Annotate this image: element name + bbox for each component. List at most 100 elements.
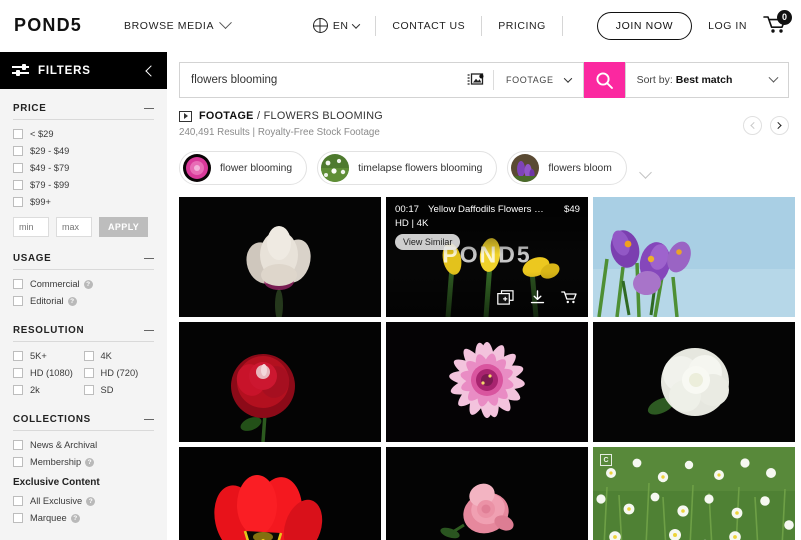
pricing-link[interactable]: PRICING	[498, 20, 546, 32]
help-icon[interactable]: ?	[83, 279, 93, 289]
contact-us-link[interactable]: CONTACT US	[392, 20, 465, 32]
price-min-input[interactable]	[13, 217, 49, 237]
checkbox[interactable]	[13, 368, 23, 378]
checkbox[interactable]	[13, 296, 23, 306]
checkbox[interactable]	[13, 496, 23, 506]
related-search-chip-2[interactable]: flowers bloom	[507, 151, 627, 185]
filter-option-exclusive-1[interactable]: Marquee ?	[13, 513, 154, 523]
help-icon[interactable]: ?	[86, 496, 96, 506]
result-tile[interactable]	[179, 197, 381, 317]
option-label: SD	[100, 385, 114, 395]
top-navigation-bar: POND5 BROWSE MEDIA EN CONTACT US PRICING…	[0, 0, 801, 52]
result-tile[interactable]	[386, 447, 588, 540]
related-search-chip-0[interactable]: flower blooming	[179, 151, 308, 185]
checkbox[interactable]	[13, 180, 23, 190]
checkbox[interactable]	[13, 457, 23, 467]
tile-info: 00:17 Yellow Daffodils Flowers Bl... $49…	[395, 204, 580, 250]
filter-section-usage-header[interactable]: USAGE	[13, 253, 154, 270]
filter-section-price-header[interactable]: PRICE	[13, 103, 154, 120]
breadcrumb: FOOTAGE / FLOWERS BLOOMING 240,491 Resul…	[179, 110, 383, 138]
pond5-logo[interactable]: POND5	[14, 15, 82, 36]
filter-option-usage-1[interactable]: Editorial ?	[13, 296, 154, 306]
result-tile[interactable]	[386, 322, 588, 442]
filter-option-collections-1[interactable]: Membership ?	[13, 457, 154, 467]
filter-option-resolution-3[interactable]: HD (720)	[83, 368, 155, 378]
result-tile[interactable]: C	[593, 447, 795, 540]
chevron-down-icon	[768, 72, 779, 83]
cart-button[interactable]: 0	[763, 9, 792, 38]
filter-option-price-2[interactable]: $49 - $79	[13, 163, 154, 173]
pond5-search-page: POND5 BROWSE MEDIA EN CONTACT US PRICING…	[0, 0, 801, 540]
checkbox[interactable]	[83, 368, 94, 378]
result-tile[interactable]	[179, 322, 381, 442]
checkbox[interactable]	[13, 197, 23, 207]
chip-thumbnail	[321, 154, 350, 182]
related-search-chip-1[interactable]: timelapse flowers blooming	[317, 151, 498, 185]
option-label: Commercial	[30, 279, 80, 289]
checkbox[interactable]	[13, 146, 23, 156]
results-count: 240,491 Results	[179, 127, 250, 138]
show-more-related-icon[interactable]	[639, 164, 653, 173]
view-similar-button[interactable]: View Similar	[395, 234, 461, 250]
help-icon[interactable]: ?	[67, 296, 77, 306]
chevron-right-icon	[774, 121, 782, 130]
apply-price-button[interactable]: APPLY	[99, 217, 149, 237]
chevron-left-icon	[750, 121, 758, 130]
join-now-button[interactable]: JOIN NOW	[596, 11, 693, 40]
cart-icon	[561, 291, 577, 304]
breadcrumb-category[interactable]: FOOTAGE	[199, 110, 254, 122]
filter-option-resolution-2[interactable]: HD (1080)	[13, 368, 84, 378]
checkbox[interactable]	[13, 351, 23, 361]
video-thumbnail-pink-rose	[386, 447, 588, 540]
language-selector[interactable]: EN	[312, 18, 361, 33]
checkbox[interactable]	[13, 129, 23, 139]
checkbox[interactable]	[13, 440, 23, 450]
download-button[interactable]	[530, 290, 545, 310]
help-icon[interactable]: ?	[85, 457, 95, 467]
result-tile[interactable]	[179, 447, 381, 540]
filter-section-collections-header[interactable]: COLLECTIONS	[13, 414, 154, 431]
checkbox[interactable]	[13, 513, 23, 523]
previous-page-button[interactable]	[743, 116, 762, 135]
filter-option-price-1[interactable]: $29 - $49	[13, 146, 154, 156]
filter-option-price-3[interactable]: $79 - $99	[13, 180, 154, 190]
filter-option-resolution-5[interactable]: SD	[83, 385, 155, 395]
clip-duration: 00:17	[395, 204, 420, 215]
sort-by-select[interactable]: Sort by: Best match	[624, 62, 789, 98]
price-max-input[interactable]	[56, 217, 92, 237]
checkbox[interactable]	[13, 163, 23, 173]
exclusive-content-subheading: Exclusive Content	[13, 477, 100, 488]
checkbox[interactable]	[83, 351, 94, 361]
result-tile[interactable]	[593, 197, 795, 317]
log-in-link[interactable]: LOG IN	[708, 20, 747, 32]
filter-option-collections-0[interactable]: News & Archival	[13, 440, 154, 450]
result-tile-hovered[interactable]: POND5 00:17 Yellow Daffodils Flowers Bl.…	[386, 197, 588, 317]
filter-option-usage-0[interactable]: Commercial ?	[13, 279, 154, 289]
filter-option-exclusive-0[interactable]: All Exclusive ?	[13, 496, 154, 506]
buy-button[interactable]	[561, 290, 578, 310]
result-tile[interactable]	[593, 322, 795, 442]
filter-section-resolution-header[interactable]: RESOLUTION	[13, 325, 154, 342]
browse-media-menu[interactable]: BROWSE MEDIA	[124, 16, 232, 32]
checkbox[interactable]	[13, 385, 23, 395]
search-button[interactable]	[583, 62, 625, 98]
sort-by-value: Best match	[675, 74, 733, 86]
results-grid: POND5 00:17 Yellow Daffodils Flowers Bl.…	[167, 185, 801, 540]
checkbox[interactable]	[13, 279, 23, 289]
filter-option-resolution-0[interactable]: 5K+	[13, 351, 84, 361]
clip-title[interactable]: Yellow Daffodils Flowers Bl...	[428, 204, 546, 215]
filter-option-price-4[interactable]: $99+	[13, 197, 154, 207]
add-to-collection-button[interactable]	[497, 290, 514, 310]
filter-option-price-0[interactable]: < $29	[13, 129, 154, 139]
image-search-icon[interactable]	[467, 73, 484, 87]
search-category-select[interactable]: FOOTAGE	[494, 74, 583, 85]
next-page-button[interactable]	[770, 116, 789, 135]
collapse-sidebar-icon[interactable]	[145, 64, 157, 77]
checkbox[interactable]	[83, 385, 94, 395]
filter-option-resolution-4[interactable]: 2k	[13, 385, 84, 395]
minus-icon	[144, 329, 154, 332]
search-input[interactable]	[180, 63, 468, 97]
help-icon[interactable]: ?	[70, 513, 80, 523]
minus-icon	[144, 418, 154, 421]
filter-option-resolution-1[interactable]: 4K	[83, 351, 155, 361]
